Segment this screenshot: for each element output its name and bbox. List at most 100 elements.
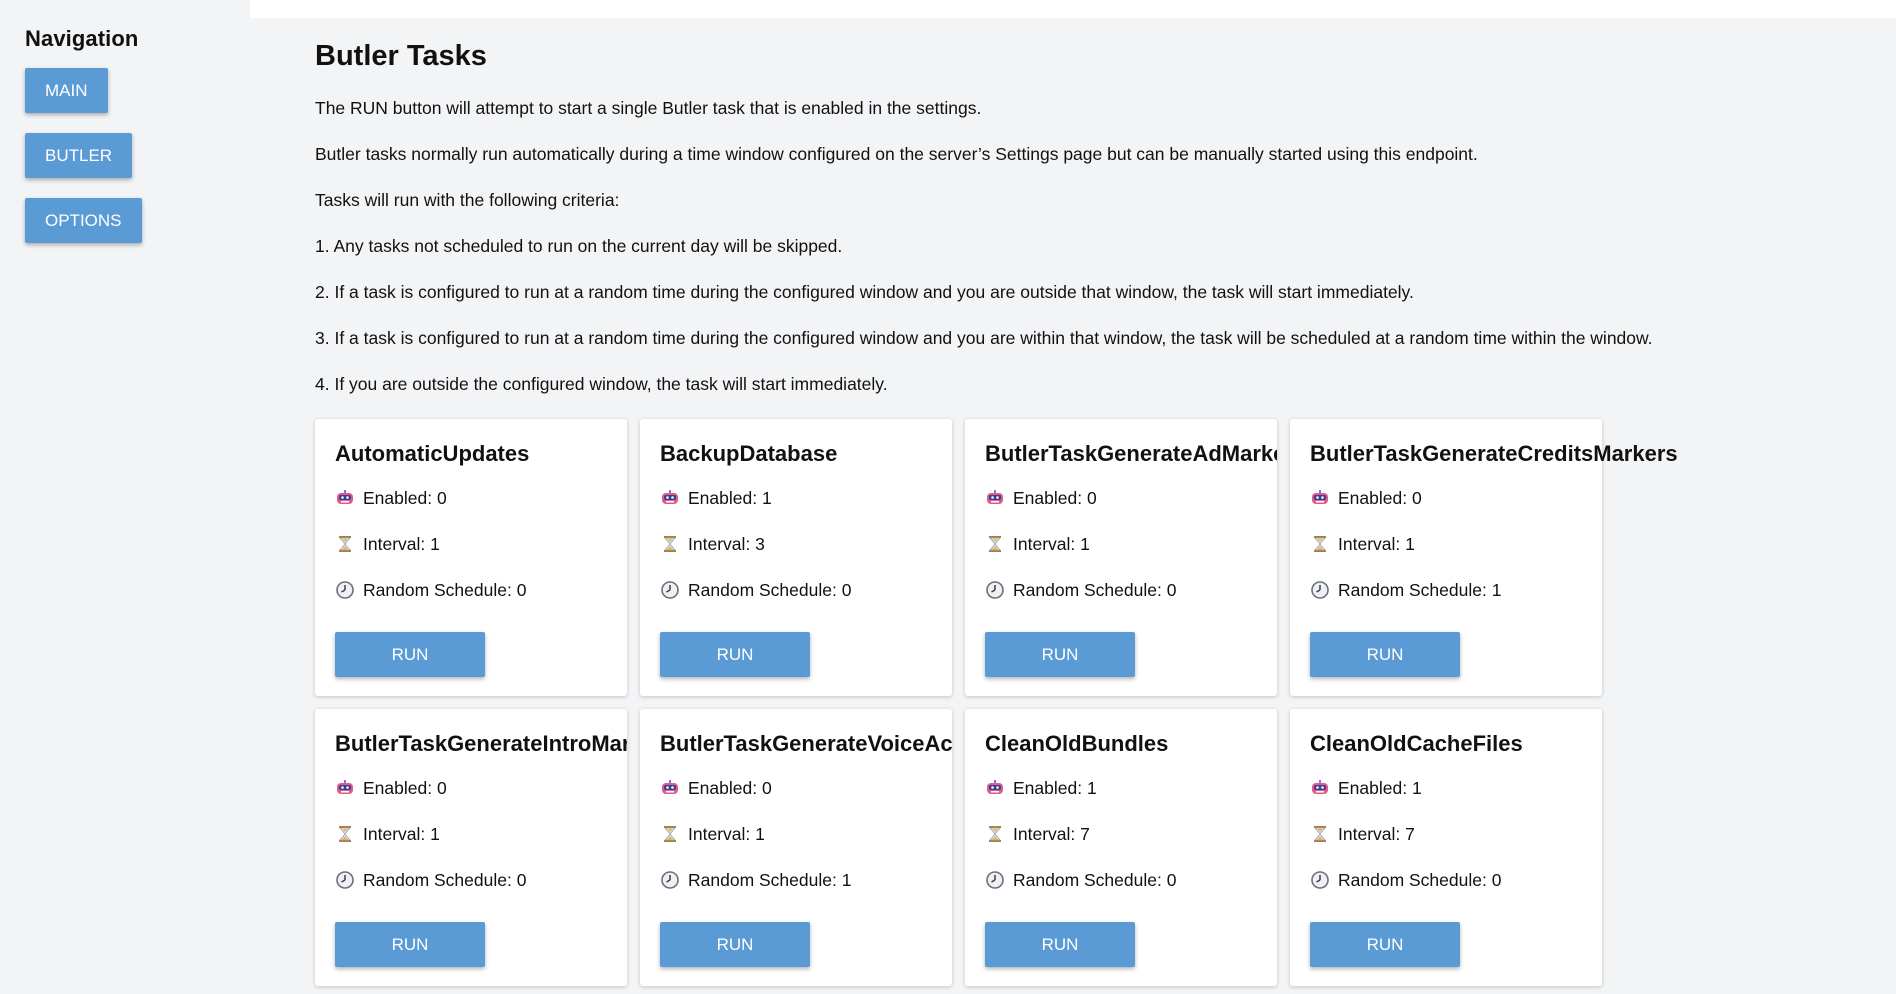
hourglass-icon bbox=[660, 824, 680, 844]
task-card: CleanOldCacheFiles Enabled: 1 Interval: … bbox=[1290, 709, 1602, 986]
interval-label: Interval: 1 bbox=[1338, 533, 1415, 554]
robot-icon bbox=[660, 488, 680, 508]
robot-icon bbox=[335, 488, 355, 508]
enabled-row: Enabled: 0 bbox=[335, 777, 627, 799]
sidebar: Navigation MAIN BUTLER OPTIONS bbox=[0, 0, 250, 994]
random-schedule-row: Random Schedule: 0 bbox=[335, 869, 627, 891]
task-card: AutomaticUpdates Enabled: 0 Interval: 1 … bbox=[315, 419, 627, 696]
run-button[interactable]: RUN bbox=[1310, 922, 1460, 967]
random-schedule-label: Random Schedule: 0 bbox=[1338, 869, 1502, 890]
task-card: ButlerTaskGenerateVoiceActivity Enabled:… bbox=[640, 709, 952, 986]
criteria-item: 4. If you are outside the configured win… bbox=[315, 374, 888, 394]
robot-icon bbox=[660, 778, 680, 798]
interval-row: Interval: 7 bbox=[1310, 823, 1602, 845]
interval-row: Interval: 1 bbox=[335, 533, 627, 555]
enabled-row: Enabled: 1 bbox=[985, 777, 1277, 799]
interval-row: Interval: 1 bbox=[985, 533, 1277, 555]
page-title: Butler Tasks bbox=[315, 40, 487, 72]
enabled-label: Enabled: 0 bbox=[363, 777, 447, 798]
task-card: ButlerTaskGenerateAdMarkers Enabled: 0 I… bbox=[965, 419, 1277, 696]
run-button[interactable]: RUN bbox=[660, 922, 810, 967]
clock-icon bbox=[1310, 870, 1330, 890]
interval-row: Interval: 1 bbox=[1310, 533, 1602, 555]
clock-icon bbox=[335, 870, 355, 890]
hourglass-icon bbox=[1310, 824, 1330, 844]
run-button[interactable]: RUN bbox=[985, 632, 1135, 677]
task-card: CleanOldBundles Enabled: 1 Interval: 7 R… bbox=[965, 709, 1277, 986]
task-card: BackupDatabase Enabled: 1 Interval: 3 Ra… bbox=[640, 419, 952, 696]
top-bar bbox=[250, 0, 1896, 18]
task-name: CleanOldBundles bbox=[985, 731, 1169, 756]
task-name: CleanOldCacheFiles bbox=[1310, 731, 1523, 756]
enabled-row: Enabled: 1 bbox=[1310, 777, 1602, 799]
random-schedule-label: Random Schedule: 0 bbox=[1013, 869, 1177, 890]
enabled-label: Enabled: 0 bbox=[1338, 487, 1422, 508]
random-schedule-row: Random Schedule: 0 bbox=[1310, 869, 1602, 891]
robot-icon bbox=[985, 488, 1005, 508]
clock-icon bbox=[985, 870, 1005, 890]
enabled-label: Enabled: 1 bbox=[1013, 777, 1097, 798]
hourglass-icon bbox=[335, 534, 355, 554]
enabled-row: Enabled: 0 bbox=[985, 487, 1277, 509]
enabled-row: Enabled: 0 bbox=[1310, 487, 1602, 509]
clock-icon bbox=[335, 580, 355, 600]
interval-label: Interval: 1 bbox=[363, 823, 440, 844]
interval-label: Interval: 7 bbox=[1338, 823, 1415, 844]
random-schedule-label: Random Schedule: 1 bbox=[688, 869, 852, 890]
enabled-row: Enabled: 0 bbox=[335, 487, 627, 509]
run-button[interactable]: RUN bbox=[335, 922, 485, 967]
task-name: BackupDatabase bbox=[660, 441, 838, 466]
enabled-label: Enabled: 0 bbox=[1013, 487, 1097, 508]
interval-row: Interval: 1 bbox=[335, 823, 627, 845]
clock-icon bbox=[985, 580, 1005, 600]
random-schedule-row: Random Schedule: 0 bbox=[660, 579, 952, 601]
description-paragraph: Butler tasks normally run automatically … bbox=[315, 144, 1478, 164]
random-schedule-label: Random Schedule: 0 bbox=[688, 579, 852, 600]
task-name: ButlerTaskGenerateIntroMarkers bbox=[335, 731, 627, 756]
hourglass-icon bbox=[985, 824, 1005, 844]
description-paragraph: The RUN button will attempt to start a s… bbox=[315, 98, 982, 118]
main-content: Butler Tasks The RUN button will attempt… bbox=[315, 40, 1875, 986]
description-paragraph: Tasks will run with the following criter… bbox=[315, 190, 620, 210]
clock-icon bbox=[660, 870, 680, 890]
enabled-row: Enabled: 0 bbox=[660, 777, 952, 799]
run-button[interactable]: RUN bbox=[985, 922, 1135, 967]
task-name: ButlerTaskGenerateCreditsMarkers bbox=[1310, 441, 1678, 466]
run-button[interactable]: RUN bbox=[660, 632, 810, 677]
task-grid: AutomaticUpdates Enabled: 0 Interval: 1 … bbox=[315, 419, 1875, 986]
interval-row: Interval: 1 bbox=[660, 823, 952, 845]
task-card: ButlerTaskGenerateCreditsMarkers Enabled… bbox=[1290, 419, 1678, 696]
hourglass-icon bbox=[660, 534, 680, 554]
hourglass-icon bbox=[1310, 534, 1330, 554]
random-schedule-label: Random Schedule: 1 bbox=[1338, 579, 1502, 600]
interval-label: Interval: 1 bbox=[1013, 533, 1090, 554]
enabled-label: Enabled: 1 bbox=[1338, 777, 1422, 798]
random-schedule-row: Random Schedule: 0 bbox=[335, 579, 627, 601]
random-schedule-row: Random Schedule: 1 bbox=[660, 869, 952, 891]
criteria-item: 2. If a task is configured to run at a r… bbox=[315, 282, 1414, 302]
robot-icon bbox=[1310, 488, 1330, 508]
nav-options-button[interactable]: OPTIONS bbox=[25, 198, 142, 243]
sidebar-title: Navigation bbox=[25, 26, 139, 51]
run-button[interactable]: RUN bbox=[1310, 632, 1460, 677]
run-button[interactable]: RUN bbox=[335, 632, 485, 677]
random-schedule-row: Random Schedule: 0 bbox=[985, 869, 1277, 891]
interval-label: Interval: 1 bbox=[363, 533, 440, 554]
interval-label: Interval: 1 bbox=[688, 823, 765, 844]
nav-main-button[interactable]: MAIN bbox=[25, 68, 108, 113]
robot-icon bbox=[1310, 778, 1330, 798]
interval-row: Interval: 7 bbox=[985, 823, 1277, 845]
interval-row: Interval: 3 bbox=[660, 533, 952, 555]
task-name: ButlerTaskGenerateVoiceActivity bbox=[660, 731, 952, 756]
nav-butler-button[interactable]: BUTLER bbox=[25, 133, 133, 178]
random-schedule-label: Random Schedule: 0 bbox=[363, 869, 527, 890]
clock-icon bbox=[1310, 580, 1330, 600]
criteria-item: 3. If a task is configured to run at a r… bbox=[315, 328, 1653, 348]
robot-icon bbox=[335, 778, 355, 798]
task-name: ButlerTaskGenerateAdMarkers bbox=[985, 441, 1277, 466]
enabled-row: Enabled: 1 bbox=[660, 487, 952, 509]
hourglass-icon bbox=[335, 824, 355, 844]
clock-icon bbox=[660, 580, 680, 600]
enabled-label: Enabled: 0 bbox=[363, 487, 447, 508]
criteria-item: 1. Any tasks not scheduled to run on the… bbox=[315, 236, 843, 256]
